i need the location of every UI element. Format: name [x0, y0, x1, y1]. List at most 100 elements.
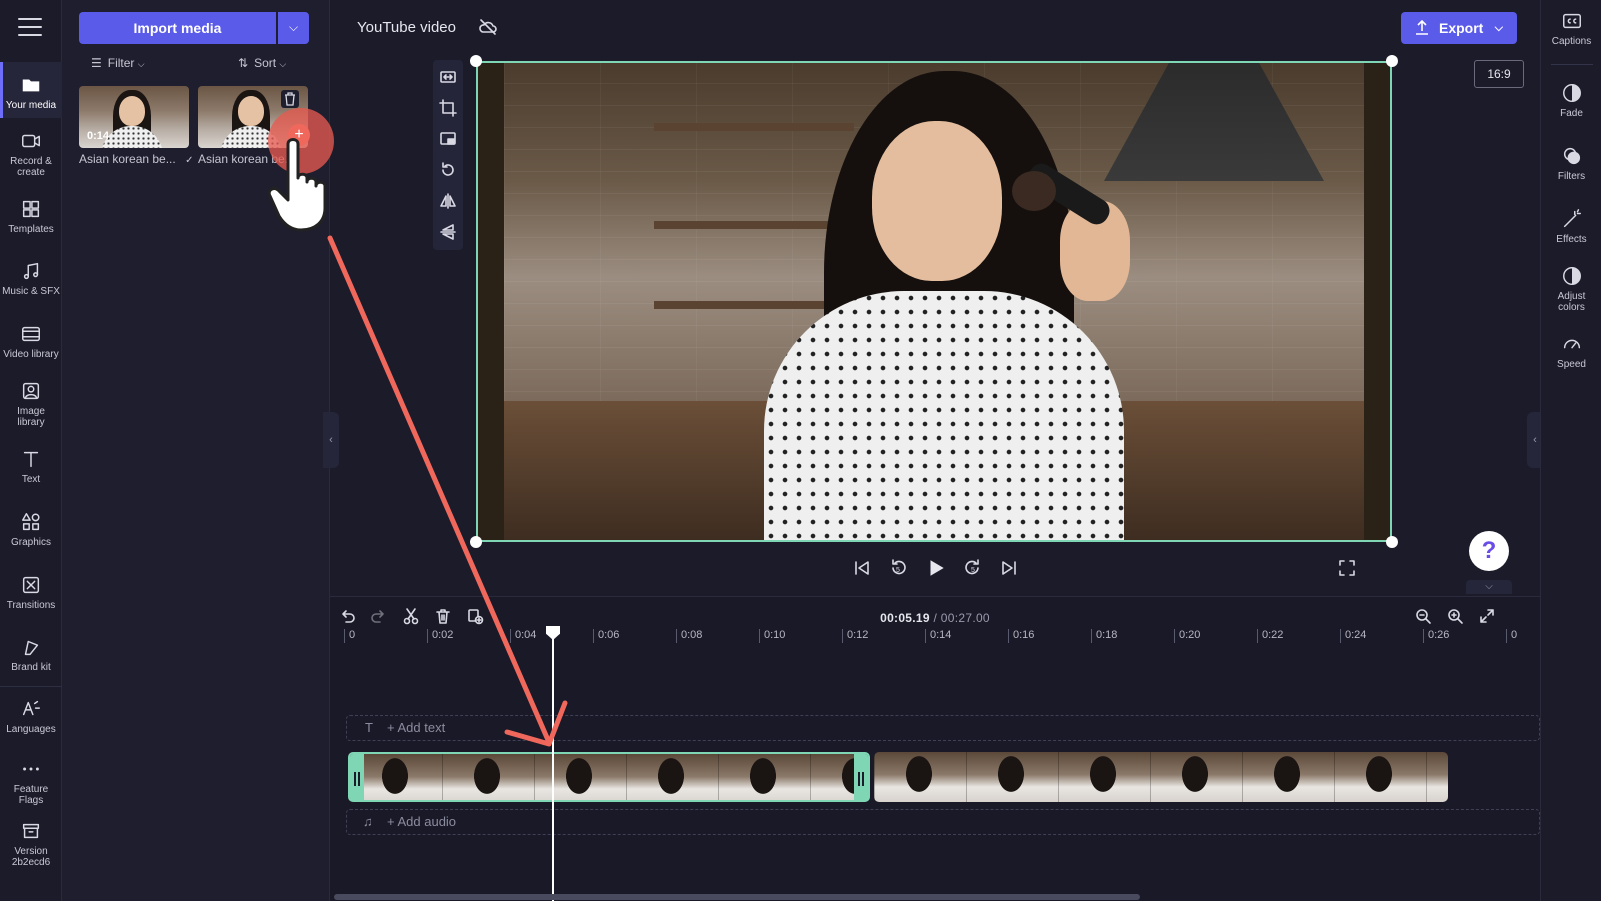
film-icon — [22, 326, 40, 342]
import-media-button[interactable]: Import media — [79, 12, 276, 44]
left-nav: Your media Record & create Templates Mus… — [0, 0, 62, 901]
rewind-5-icon[interactable]: 5 — [888, 558, 908, 578]
skip-to-end-icon[interactable] — [999, 558, 1019, 578]
nav-templates[interactable]: Templates — [0, 198, 62, 235]
rnav-fade[interactable]: Fade — [1541, 82, 1601, 119]
checkmark-icon: ✓ — [185, 155, 194, 166]
music-note-icon: ♫ — [363, 814, 373, 829]
chevron-down-icon: ⌵ — [288, 20, 299, 34]
ruler-tick: 0:06 — [593, 629, 619, 643]
playhead[interactable] — [552, 632, 554, 901]
add-audio-track[interactable]: ♫ + Add audio — [346, 809, 1540, 835]
nav-label: Image library — [17, 406, 45, 428]
video-frame-shelf — [654, 123, 854, 131]
total-time: / 00:27.00 — [933, 611, 990, 625]
skip-to-start-icon[interactable] — [852, 558, 872, 578]
nav-music-sfx[interactable]: Music & SFX — [0, 260, 62, 297]
rnav-speed[interactable]: Speed — [1541, 333, 1601, 370]
preview-toolbar — [433, 60, 463, 250]
aspect-ratio-button[interactable]: 16:9 — [1474, 60, 1524, 88]
nav-video-library[interactable]: Video library — [0, 323, 62, 360]
timeline-ruler[interactable]: 0 0:02 0:04 0:06 0:08 0:10 0:12 0:14 0:1… — [344, 629, 1540, 647]
timeline-scrollbar[interactable] — [334, 894, 1140, 900]
ruler-tick: 0:20 — [1174, 629, 1200, 643]
crop-icon[interactable] — [439, 99, 457, 117]
zoom-out-icon[interactable] — [1414, 607, 1432, 625]
add-text-track[interactable]: T + Add text — [346, 715, 1540, 741]
shapes-icon — [22, 513, 40, 531]
resize-handle-bottom-right[interactable] — [1386, 536, 1398, 548]
fit-icon[interactable] — [439, 68, 457, 86]
rnav-filters[interactable]: Filters — [1541, 145, 1601, 182]
help-button[interactable]: ? — [1469, 531, 1509, 571]
import-dropdown-button[interactable]: ⌵ — [278, 12, 309, 44]
sort-label: Sort — [254, 56, 277, 70]
nav-text[interactable]: Text — [0, 448, 62, 485]
flip-horizontal-icon[interactable] — [439, 192, 457, 210]
nav-graphics[interactable]: Graphics — [0, 511, 62, 548]
filter-button[interactable]: ☰ Filter ⌵ — [91, 56, 145, 70]
clip-trim-handle-left[interactable] — [350, 754, 364, 800]
help-collapse-button[interactable]: ⌵ — [1466, 580, 1512, 594]
chevron-left-icon: ‹ — [329, 434, 333, 446]
project-title[interactable]: YouTube video — [357, 19, 456, 36]
nav-version: Version 2b2ecd6 — [0, 820, 62, 868]
nav-label: Graphics — [10, 537, 51, 548]
right-properties-panel: Captions Fade Filters Effects Adjust col… — [1540, 0, 1601, 901]
nav-your-media[interactable]: Your media — [0, 62, 62, 118]
rnav-adjust-colors[interactable]: Adjust colors — [1541, 265, 1601, 313]
upload-icon — [1416, 20, 1428, 35]
flip-vertical-icon[interactable] — [439, 223, 457, 241]
current-time: 00:05.19 — [880, 611, 930, 625]
ruler-tick: 0:14 — [925, 629, 951, 643]
resize-handle-bottom-left[interactable] — [470, 536, 482, 548]
picture-in-picture-icon[interactable] — [439, 130, 457, 148]
resize-handle-top-left[interactable] — [470, 55, 482, 67]
more-dots-icon — [23, 767, 39, 771]
nav-label: Templates — [8, 224, 54, 235]
language-icon — [22, 700, 40, 716]
sort-button[interactable]: ⇅ Sort ⌵ — [238, 56, 286, 70]
rotate-icon[interactable] — [439, 161, 457, 179]
media-thumbnail[interactable]: 0:14 — [79, 86, 189, 148]
nav-record-create[interactable]: Record & create — [0, 130, 62, 178]
chevron-right-icon: ‹ — [1533, 434, 1537, 446]
rnav-captions[interactable]: Captions — [1541, 10, 1601, 47]
nav-image-library[interactable]: Image library — [0, 380, 62, 428]
hamburger-menu-icon[interactable] — [18, 18, 42, 38]
nav-transitions[interactable]: Transitions — [0, 574, 62, 611]
nav-brand-kit[interactable]: Brand kit — [0, 636, 62, 673]
video-frame-shirt — [764, 291, 1124, 542]
templates-icon — [22, 200, 40, 218]
video-clip-selected[interactable] — [348, 752, 870, 802]
trash-icon[interactable] — [281, 90, 299, 108]
ruler-tick: 0 — [344, 629, 355, 643]
forward-5-icon[interactable]: 5 — [963, 558, 983, 578]
nav-languages[interactable]: Languages — [0, 698, 62, 735]
zoom-in-icon[interactable] — [1446, 607, 1464, 625]
nav-label: Version 2b2ecd6 — [11, 846, 51, 868]
nav-label: Transitions — [6, 600, 56, 611]
preview-canvas[interactable] — [476, 61, 1392, 542]
captions-icon — [1562, 13, 1581, 29]
clip-trim-handle-right[interactable] — [854, 754, 868, 800]
text-icon: T — [365, 720, 373, 735]
collapse-left-panel-button[interactable]: ‹ — [323, 412, 339, 468]
play-icon[interactable] — [925, 557, 947, 579]
fit-timeline-icon[interactable] — [1478, 607, 1496, 625]
folder-icon — [22, 79, 40, 92]
ruler-tick: 0:12 — [842, 629, 868, 643]
fullscreen-icon[interactable] — [1337, 558, 1357, 578]
transition-icon — [22, 576, 40, 594]
filter-label: Filter — [107, 56, 135, 70]
resize-handle-top-right[interactable] — [1386, 55, 1398, 67]
svg-text:5: 5 — [896, 567, 900, 574]
ruler-tick: 0:18 — [1091, 629, 1117, 643]
rnav-effects[interactable]: Effects — [1541, 208, 1601, 245]
rnav-label: Adjust colors — [1557, 291, 1586, 313]
nav-feature-flags[interactable]: Feature Flags — [0, 758, 62, 806]
video-clip[interactable] — [874, 752, 1448, 802]
nav-label: Languages — [6, 724, 56, 735]
export-button[interactable]: Export ⌵ — [1401, 12, 1517, 44]
chevron-down-icon: ⌵ — [279, 59, 287, 69]
